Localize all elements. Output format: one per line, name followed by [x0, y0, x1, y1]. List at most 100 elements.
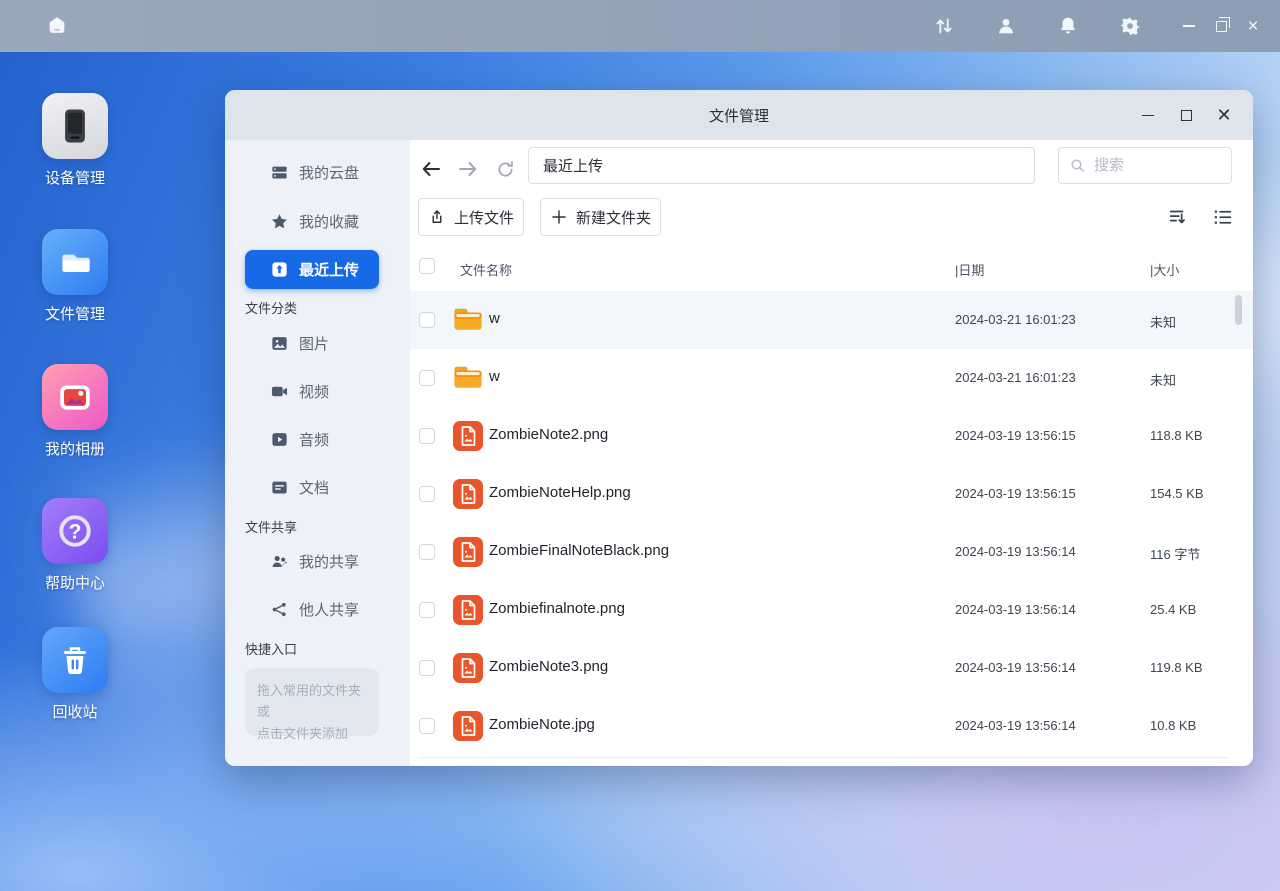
- sidebar-item-label: 视频: [299, 381, 329, 402]
- row-checkbox[interactable]: [419, 718, 435, 734]
- forward-button[interactable]: [453, 154, 483, 184]
- desktop-icon-recycle-bin[interactable]: 回收站: [20, 627, 130, 722]
- upload-file-label: 上传文件: [454, 207, 514, 228]
- desktop-icon-label: 设备管理: [45, 167, 105, 188]
- table-row[interactable]: ZombieNoteHelp.png 2024-03-19 13:56:15 1…: [410, 465, 1253, 523]
- sidebar-item-my-favorites[interactable]: 我的收藏: [245, 201, 379, 241]
- window-minimize-button[interactable]: [1133, 100, 1163, 130]
- people-share-icon: [269, 551, 289, 571]
- column-header-name[interactable]: 文件名称: [460, 260, 512, 279]
- sidebar-item-my-shares[interactable]: 我的共享: [245, 541, 379, 581]
- sidebar-item-label: 图片: [299, 333, 329, 354]
- sidebar-section-file-categories: 文件分类: [245, 298, 297, 317]
- address-input[interactable]: [528, 147, 1035, 184]
- system-close-button[interactable]: ×: [1244, 17, 1262, 35]
- row-checkbox[interactable]: [419, 312, 435, 328]
- vertical-scrollbar[interactable]: [1235, 295, 1242, 325]
- sort-icon: [1167, 206, 1189, 228]
- user-icon[interactable]: [994, 14, 1018, 38]
- image-file-icon: [453, 653, 483, 683]
- help-center-icon: ?: [42, 498, 108, 564]
- recent-upload-icon: [269, 260, 289, 280]
- table-row[interactable]: ZombieFinalNoteBlack.png 2024-03-19 13:5…: [410, 523, 1253, 581]
- sidebar-item-documents[interactable]: 文档: [245, 467, 379, 507]
- document-icon: [269, 477, 289, 497]
- my-album-icon: [42, 364, 108, 430]
- file-date: 2024-03-19 13:56:14: [955, 660, 1076, 675]
- file-date: 2024-03-21 16:01:23: [955, 312, 1076, 327]
- recycle-bin-icon: [42, 627, 108, 693]
- column-header-size[interactable]: |大小: [1150, 260, 1179, 279]
- quick-entry-dropzone[interactable]: 拖入常用的文件夹或 点击文件夹添加: [245, 668, 379, 736]
- image-file-icon: [453, 421, 483, 451]
- sidebar-item-pictures[interactable]: 图片: [245, 323, 379, 363]
- sidebar-item-recent-uploads[interactable]: 最近上传: [245, 250, 379, 289]
- folder-icon: [453, 363, 483, 393]
- sidebar-item-my-cloud-drive[interactable]: 我的云盘: [245, 152, 379, 192]
- image-file-icon: [453, 479, 483, 509]
- plus-icon: [550, 208, 568, 226]
- row-checkbox[interactable]: [419, 370, 435, 386]
- quick-entry-hint-line2: 点击文件夹添加: [257, 723, 367, 744]
- cloud-drive-icon: [269, 162, 289, 182]
- file-size: 未知: [1150, 370, 1176, 389]
- file-date: 2024-03-19 13:56:14: [955, 718, 1076, 733]
- window-maximize-button[interactable]: [1171, 100, 1201, 130]
- launcher-icon[interactable]: [46, 15, 68, 37]
- sidebar-item-label: 最近上传: [299, 259, 359, 280]
- desktop-icon-help-center[interactable]: ? 帮助中心: [20, 498, 130, 593]
- image-file-icon: [453, 537, 483, 567]
- sidebar-item-label: 我的收藏: [299, 211, 359, 232]
- upload-file-button[interactable]: 上传文件: [418, 198, 524, 236]
- notifications-bell-icon[interactable]: [1056, 14, 1080, 38]
- row-checkbox[interactable]: [419, 486, 435, 502]
- table-row[interactable]: w 2024-03-21 16:01:23 未知: [410, 291, 1253, 349]
- row-checkbox[interactable]: [419, 428, 435, 444]
- video-icon: [269, 381, 289, 401]
- window-titlebar[interactable]: 文件管理 ✕: [225, 90, 1253, 140]
- desktop-icon-my-album[interactable]: 我的相册: [20, 364, 130, 459]
- desktop-icon-label: 回收站: [52, 701, 97, 722]
- sidebar-item-audio[interactable]: 音频: [245, 419, 379, 459]
- select-all-checkbox[interactable]: [419, 258, 435, 274]
- table-row[interactable]: w 2024-03-21 16:01:23 未知: [410, 349, 1253, 407]
- desktop-icon-label: 文件管理: [45, 303, 105, 324]
- table-row[interactable]: ZombieNote3.png 2024-03-19 13:56:14 119.…: [410, 639, 1253, 697]
- file-date: 2024-03-21 16:01:23: [955, 370, 1076, 385]
- back-button[interactable]: [416, 154, 446, 184]
- table-header: 文件名称 |日期 |大小: [410, 253, 1253, 283]
- sidebar-item-videos[interactable]: 视频: [245, 371, 379, 411]
- desktop-icon-file-manager[interactable]: 文件管理: [20, 229, 130, 324]
- audio-icon: [269, 429, 289, 449]
- window-close-button[interactable]: ✕: [1209, 100, 1239, 130]
- search-box[interactable]: [1058, 147, 1232, 184]
- transfer-icon[interactable]: [932, 14, 956, 38]
- refresh-button[interactable]: [490, 154, 520, 184]
- table-row[interactable]: ZombieNote.jpg 2024-03-19 13:56:14 10.8 …: [410, 697, 1253, 755]
- main-content: 上传文件 新建文件夹 文件名称 |日期 |大小: [410, 140, 1253, 766]
- sort-order-button[interactable]: [1165, 204, 1191, 230]
- sidebar-section-quick-entry: 快捷入口: [245, 639, 297, 658]
- quick-entry-hint-line1: 拖入常用的文件夹或: [257, 680, 367, 723]
- row-checkbox[interactable]: [419, 544, 435, 560]
- desktop-icon-label: 帮助中心: [45, 572, 105, 593]
- list-view-button[interactable]: [1210, 204, 1236, 230]
- list-bottom-divider: [418, 757, 1228, 758]
- row-checkbox[interactable]: [419, 660, 435, 676]
- device-manager-icon: [42, 93, 108, 159]
- sidebar-item-label: 文档: [299, 477, 329, 498]
- file-name: w: [489, 368, 500, 385]
- sidebar-item-others-shares[interactable]: 他人共享: [245, 589, 379, 629]
- system-restore-button[interactable]: [1212, 17, 1230, 35]
- picture-icon: [269, 333, 289, 353]
- system-minimize-button[interactable]: [1180, 17, 1198, 35]
- table-row[interactable]: ZombieNote2.png 2024-03-19 13:56:15 118.…: [410, 407, 1253, 465]
- desktop-icon-device-manager[interactable]: 设备管理: [20, 93, 130, 188]
- star-icon: [269, 211, 289, 231]
- search-input[interactable]: [1094, 157, 1204, 174]
- table-row[interactable]: Zombiefinalnote.png 2024-03-19 13:56:14 …: [410, 581, 1253, 639]
- new-folder-button[interactable]: 新建文件夹: [540, 198, 661, 236]
- row-checkbox[interactable]: [419, 602, 435, 618]
- column-header-date[interactable]: |日期: [955, 260, 984, 279]
- settings-gear-icon[interactable]: [1118, 14, 1142, 38]
